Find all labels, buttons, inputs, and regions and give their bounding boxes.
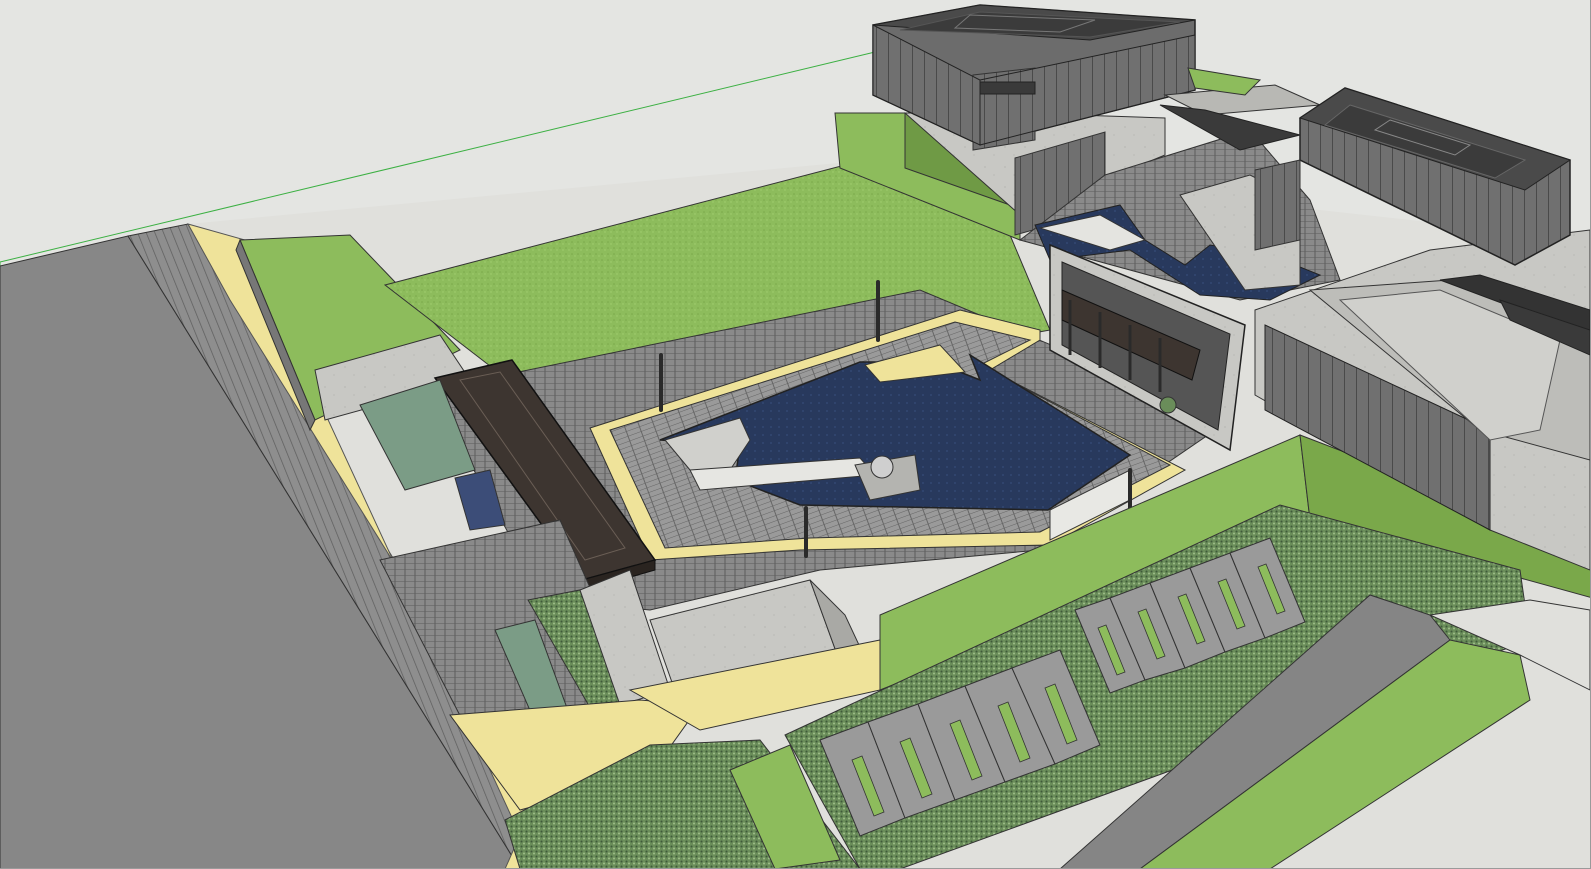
site-model-scene [0,0,1590,868]
sketchup-viewport[interactable] [0,0,1591,869]
potted-tree [1159,396,1177,414]
sphere-sculpture [870,455,894,479]
building-sign [979,81,1036,95]
